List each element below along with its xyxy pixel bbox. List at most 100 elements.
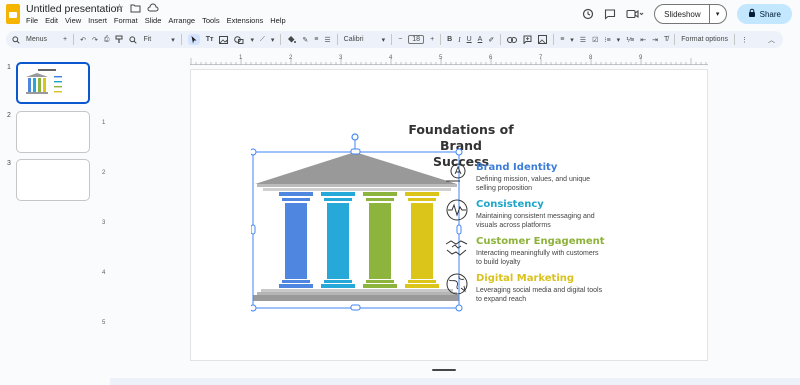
- pillar-capital: [366, 198, 394, 201]
- decrease-font-size-icon[interactable]: −: [398, 36, 402, 43]
- menu-view[interactable]: View: [65, 16, 81, 25]
- notes-resize-handle[interactable]: [432, 369, 456, 371]
- document-title[interactable]: Untitled presentation: [26, 3, 122, 15]
- shape-icon[interactable]: [234, 35, 244, 44]
- move-folder-icon[interactable]: [130, 3, 141, 16]
- alt-text-icon[interactable]: [538, 35, 548, 44]
- roof-base: [257, 184, 457, 187]
- menu-tools[interactable]: Tools: [202, 16, 220, 25]
- bulleted-list-icon[interactable]: ⁝≡: [604, 36, 610, 44]
- zoom-select[interactable]: Fit: [143, 36, 151, 43]
- resize-handle[interactable]: [350, 148, 361, 155]
- share-label: Share: [759, 9, 781, 19]
- divider: [180, 34, 182, 45]
- insert-link-icon[interactable]: [507, 36, 518, 43]
- menu-file[interactable]: File: [26, 16, 38, 25]
- menu-arrange[interactable]: Arrange: [168, 16, 195, 25]
- list-item-customer-engagement[interactable]: Customer Engagement Interacting meaningf…: [445, 236, 676, 267]
- add-comment-icon[interactable]: [523, 35, 532, 44]
- vertical-ruler[interactable]: 1 2 3 4 5: [100, 70, 110, 360]
- font-select[interactable]: Calibri: [344, 36, 376, 43]
- collapse-toolbar-icon[interactable]: ︿: [768, 35, 775, 45]
- slide-thumbnail-3[interactable]: [16, 159, 90, 201]
- bold-icon[interactable]: B: [447, 36, 452, 43]
- list-item-consistency[interactable]: Consistency Maintaining consistent messa…: [446, 199, 676, 230]
- new-slide-icon[interactable]: +: [63, 36, 67, 43]
- zoom-dropdown-icon[interactable]: ▾: [171, 36, 175, 44]
- search-menus-icon[interactable]: [12, 35, 20, 44]
- fill-color-icon[interactable]: [287, 35, 297, 44]
- slideshow-dropdown-icon[interactable]: ▾: [710, 10, 726, 18]
- search-menus-input[interactable]: Menus: [26, 36, 47, 43]
- line-spacing-icon[interactable]: ☰: [580, 36, 586, 44]
- speaker-notes-bar[interactable]: [110, 378, 800, 385]
- line-dropdown-icon[interactable]: ▾: [271, 36, 275, 44]
- border-dash-icon[interactable]: ☰: [324, 36, 330, 44]
- rotate-handle[interactable]: [351, 133, 359, 141]
- resize-handle[interactable]: [456, 224, 462, 235]
- divider: [73, 34, 75, 45]
- align-dropdown-icon[interactable]: ▾: [570, 36, 574, 44]
- resize-handle[interactable]: [350, 304, 361, 311]
- slide-thumbnail-1[interactable]: [16, 62, 90, 104]
- menu-edit[interactable]: Edit: [45, 16, 58, 25]
- numbered-list-icon[interactable]: ⅟≡: [626, 36, 634, 44]
- paint-format-icon[interactable]: [115, 35, 123, 44]
- menu-format[interactable]: Format: [114, 16, 138, 25]
- border-color-icon[interactable]: ✎: [302, 36, 308, 44]
- resize-handle[interactable]: [251, 224, 256, 235]
- resize-handle[interactable]: [455, 304, 463, 312]
- menu-help[interactable]: Help: [270, 16, 285, 25]
- redo-icon[interactable]: ↷: [92, 36, 98, 44]
- horizontal-ruler[interactable]: 1 2 3 4 5 6 7 8 9: [190, 55, 708, 65]
- meet-video-icon[interactable]: [626, 8, 644, 20]
- font-size-input[interactable]: 18: [408, 35, 425, 44]
- undo-icon[interactable]: ↶: [80, 36, 86, 44]
- checklist-icon[interactable]: ☑: [592, 36, 598, 44]
- border-weight-icon[interactable]: ≡: [314, 36, 318, 43]
- format-options-button[interactable]: Format options: [681, 36, 728, 43]
- shape-dropdown-icon[interactable]: ▾: [250, 36, 254, 44]
- print-icon[interactable]: ⎙: [104, 36, 110, 44]
- resize-handle[interactable]: [251, 304, 257, 312]
- zoom-icon[interactable]: [129, 35, 138, 44]
- highlight-color-icon[interactable]: ✐: [488, 36, 494, 44]
- star-icon[interactable]: ☆: [115, 3, 124, 16]
- menu-insert[interactable]: Insert: [88, 16, 107, 25]
- slide-thumbnail-2[interactable]: [16, 111, 90, 153]
- select-pointer-icon[interactable]: [187, 34, 200, 45]
- cloud-saved-icon[interactable]: [147, 3, 159, 16]
- handshake-icon: [445, 240, 468, 256]
- item-description: Maintaining consistent messaging and vis…: [476, 213, 595, 229]
- decrease-indent-icon[interactable]: ⇤: [640, 36, 646, 44]
- version-history-icon[interactable]: [582, 8, 594, 20]
- more-options-icon[interactable]: ⋮: [741, 36, 748, 44]
- comments-icon[interactable]: [604, 8, 616, 20]
- increase-font-size-icon[interactable]: +: [430, 36, 434, 43]
- text-box-icon[interactable]: Tт: [206, 36, 214, 43]
- resize-handle[interactable]: [251, 148, 257, 156]
- menu-slide[interactable]: Slide: [145, 16, 162, 25]
- underline-icon[interactable]: U: [467, 36, 472, 43]
- text-color-icon[interactable]: A: [478, 36, 483, 43]
- resize-handle[interactable]: [455, 148, 463, 156]
- slide-canvas[interactable]: Foundations of Brand Success Brand Ident…: [191, 70, 707, 360]
- slideshow-label[interactable]: Slideshow: [664, 5, 710, 23]
- divider: [674, 34, 676, 45]
- slideshow-button[interactable]: Slideshow ▾: [654, 4, 727, 24]
- bulleted-list-dropdown-icon[interactable]: ▾: [617, 36, 621, 44]
- align-icon[interactable]: ≡: [560, 36, 564, 43]
- slides-logo-icon[interactable]: [6, 4, 20, 24]
- list-item-digital-marketing[interactable]: Digital Marketing Leveraging social medi…: [446, 273, 676, 304]
- line-icon[interactable]: ⟋: [260, 36, 265, 44]
- clear-formatting-icon[interactable]: T̸: [664, 36, 668, 43]
- share-button[interactable]: Share: [736, 4, 792, 24]
- image-icon[interactable]: [219, 35, 229, 44]
- item-heading: Brand Identity: [476, 162, 558, 173]
- menu-extensions[interactable]: Extensions: [227, 16, 264, 25]
- pillars-graphic[interactable]: [251, 132, 471, 312]
- list-item-brand-identity[interactable]: Brand Identity Defining mission, values,…: [446, 162, 676, 193]
- italic-icon[interactable]: I: [458, 36, 460, 44]
- font-dropdown-icon[interactable]: ▾: [382, 36, 386, 44]
- increase-indent-icon[interactable]: ⇥: [652, 36, 658, 44]
